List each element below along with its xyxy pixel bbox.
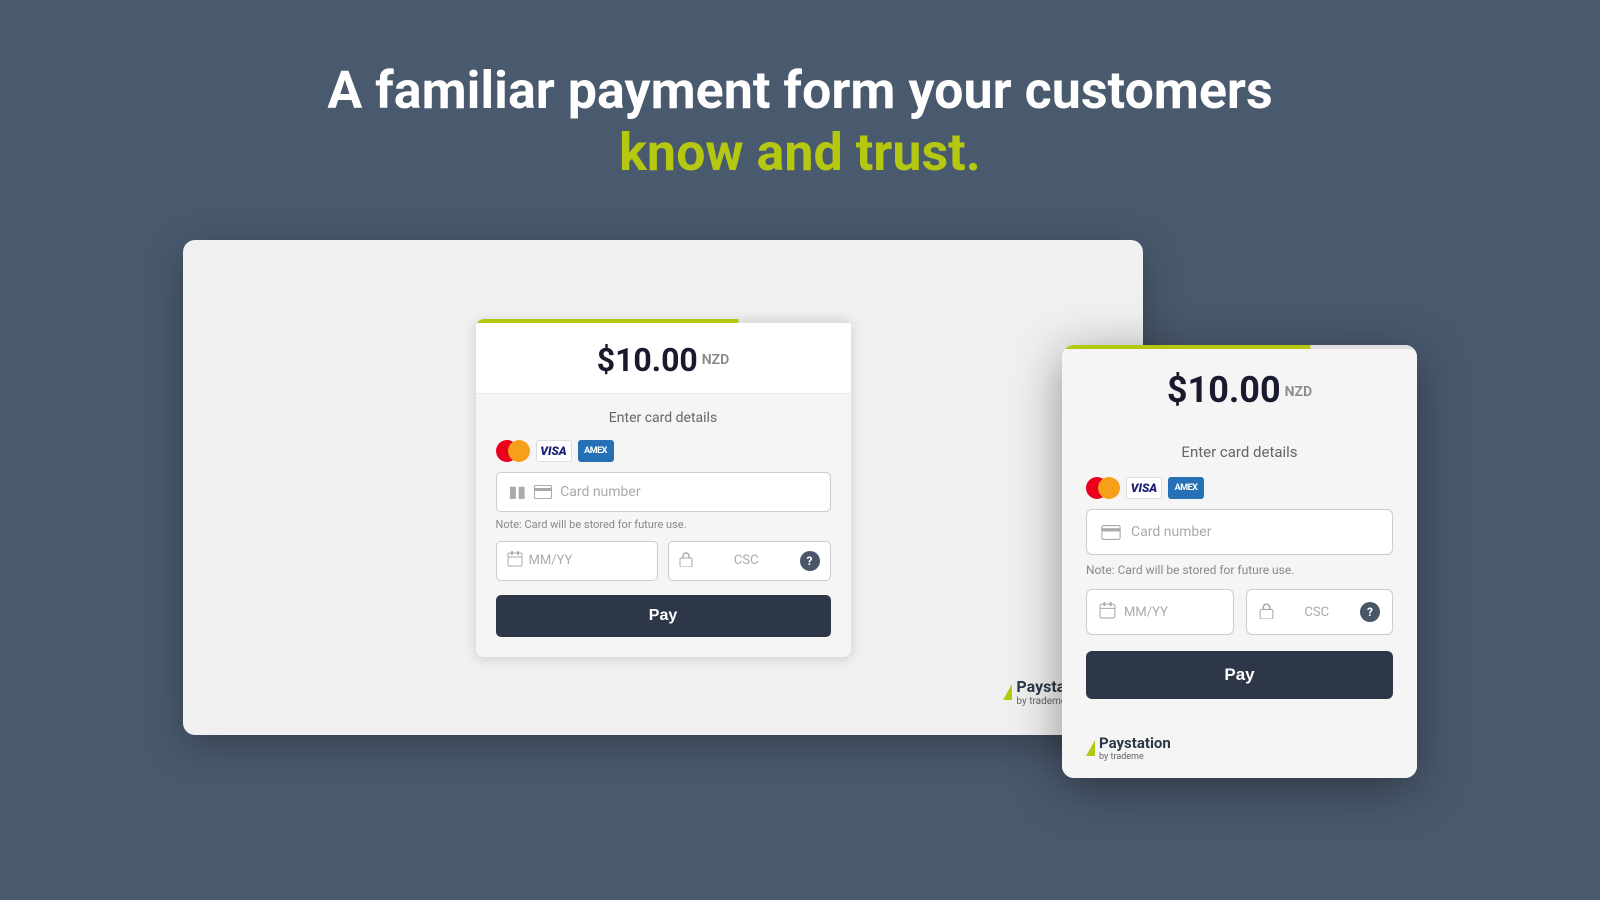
lock-icon	[679, 551, 693, 571]
desktop-card-number-field[interactable]: ▮▮ Card number	[496, 472, 831, 512]
page-background: A familiar payment form your customers k…	[0, 0, 1600, 900]
desktop-card-icons: VISA AMEX	[496, 440, 831, 462]
headline-line2: know and trust.	[327, 122, 1272, 184]
card-svg-icon	[534, 485, 552, 499]
mobile-help-icon[interactable]: ?	[1360, 602, 1380, 622]
mastercard-icon	[496, 440, 530, 462]
mobile-paystation-label: Paystation	[1099, 735, 1171, 752]
desktop-expiry-placeholder: MM/YY	[529, 553, 573, 568]
desktop-card-number-placeholder: Card number	[560, 484, 640, 500]
desktop-csc-placeholder: CSC	[734, 553, 759, 568]
mobile-amount-value: $10.00	[1167, 369, 1281, 411]
mobile-enter-card-details-label: Enter card details	[1086, 443, 1393, 461]
mastercard-right-circle	[508, 440, 530, 462]
mobile-visa-icon: VISA	[1126, 477, 1162, 499]
calendar-icon	[507, 551, 523, 571]
mobile-calendar-icon	[1099, 602, 1116, 623]
visa-icon: VISA	[536, 440, 572, 462]
desktop-expiry-csc-row: MM/YY CSC ?	[496, 541, 831, 581]
mobile-card-note: Note: Card will be stored for future use…	[1086, 563, 1393, 577]
headline-section: A familiar payment form your customers k…	[327, 60, 1272, 185]
mobile-card-details-section: Enter card details VISA AMEX Card number…	[1062, 427, 1417, 719]
desktop-browser-card: $10.00NZD Enter card details VISA AMEX ▮…	[183, 240, 1143, 735]
desktop-help-icon[interactable]: ?	[800, 551, 820, 571]
desktop-card-details-section: Enter card details VISA AMEX ▮▮ Car	[476, 394, 851, 657]
mobile-card-number-placeholder: Card number	[1131, 524, 1211, 540]
mobile-csc-placeholder: CSC	[1304, 605, 1329, 620]
desktop-amount-currency: NZD	[702, 352, 730, 368]
desktop-expiry-field[interactable]: MM/YY	[496, 541, 659, 581]
paystation-triangle-icon	[1003, 684, 1012, 700]
desktop-card-note: Note: Card will be stored for future use…	[496, 518, 831, 531]
desktop-amount-section: $10.00NZD	[476, 323, 851, 394]
mobile-paystation-triangle-icon	[1086, 740, 1095, 756]
headline-line1: A familiar payment form your customers	[327, 60, 1272, 122]
mobile-paystation-text-block: Paystation by trademe	[1099, 735, 1171, 762]
mobile-csc-field[interactable]: CSC ?	[1246, 589, 1394, 635]
mobile-card-svg-icon	[1101, 525, 1121, 540]
mobile-mastercard-icon	[1086, 477, 1120, 499]
mobile-payment-widget: $10.00NZD Enter card details VISA AMEX C…	[1062, 345, 1417, 778]
desktop-payment-widget: $10.00NZD Enter card details VISA AMEX ▮…	[476, 319, 851, 657]
mobile-pay-button[interactable]: Pay	[1086, 651, 1393, 699]
desktop-csc-field[interactable]: CSC ?	[668, 541, 831, 581]
mobile-amount-section: $10.00NZD	[1062, 349, 1417, 427]
mobile-amex-icon: AMEX	[1168, 477, 1204, 499]
mobile-amount-currency: NZD	[1285, 384, 1313, 400]
amex-icon: AMEX	[578, 440, 614, 462]
mobile-card-number-field[interactable]: Card number	[1086, 509, 1393, 555]
card-icon: ▮▮	[509, 482, 527, 501]
mobile-expiry-csc-row: MM/YY CSC ?	[1086, 589, 1393, 635]
mobile-expiry-placeholder: MM/YY	[1124, 605, 1168, 620]
paystation-sublabel: by trademe	[1016, 696, 1066, 707]
mobile-paystation-logo: Paystation by trademe	[1062, 719, 1417, 778]
mobile-expiry-field[interactable]: MM/YY	[1086, 589, 1234, 635]
desktop-enter-card-details-label: Enter card details	[496, 410, 831, 426]
mobile-card-icons: VISA AMEX	[1086, 477, 1393, 499]
mobile-paystation-sublabel: by trademe	[1099, 752, 1171, 762]
mobile-lock-icon	[1259, 602, 1274, 623]
desktop-pay-button[interactable]: Pay	[496, 595, 831, 637]
desktop-amount-value: $10.00	[597, 341, 698, 379]
